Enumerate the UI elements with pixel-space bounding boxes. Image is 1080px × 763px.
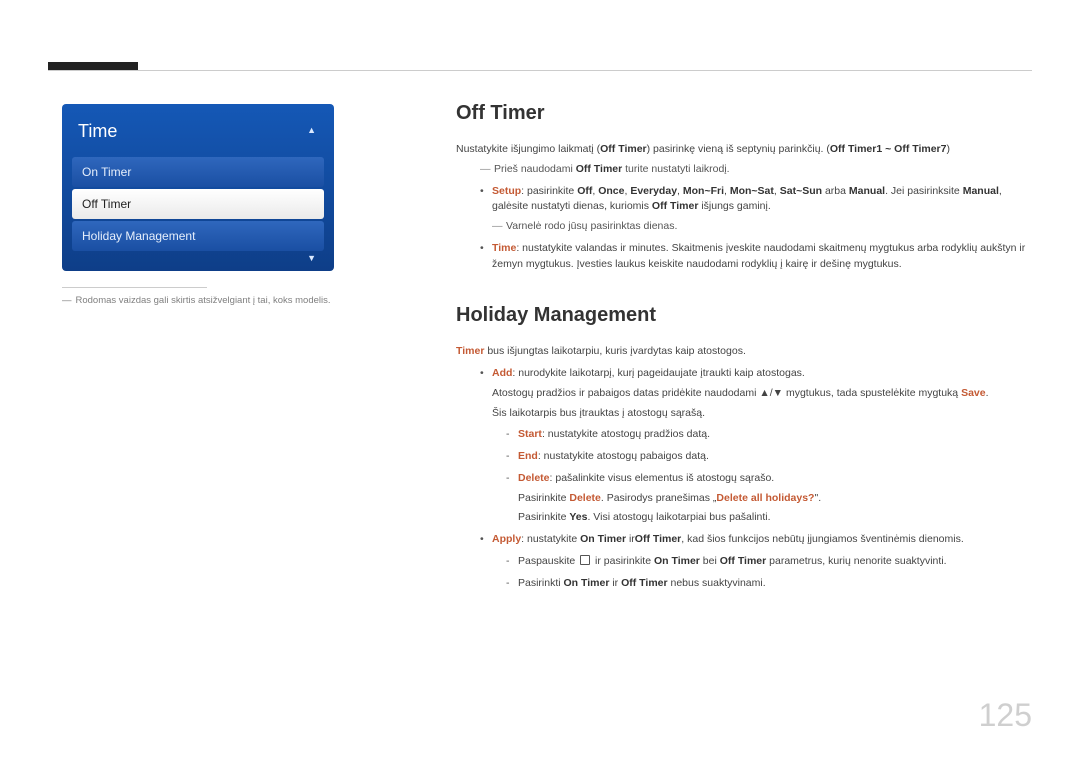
main-content: Off Timer Nustatykite išjungimo laikmatį… (456, 98, 1026, 597)
footnote-text: Rodomas vaizdas gali skirtis atsižvelgia… (76, 295, 331, 306)
off-timer-prereq-note: Prieš naudodami Off Timer turite nustaty… (480, 162, 1026, 178)
menu-item-on-timer[interactable]: On Timer (72, 157, 324, 187)
bullet-apply: Apply: nustatykite On Timer irOff Timer,… (480, 532, 1026, 591)
bullet-add: Add: nurodykite laikotarpį, kurį pageida… (480, 366, 1026, 526)
bullet-setup: Setup: pasirinkite Off, Once, Everyday, … (480, 184, 1026, 235)
checkmark-note: Varnelė rodo jūsų pasirinktas dienas. (492, 219, 1026, 235)
apply-sub1: Paspauskite ir pasirinkite On Timer bei … (506, 554, 1026, 570)
sub-end: End: nustatykite atostogų pabaigos datą. (506, 449, 1026, 465)
menu-item-holiday-management[interactable]: Holiday Management (72, 221, 324, 251)
scroll-up-icon[interactable]: ▲ (307, 124, 316, 138)
apply-sub2: Pasirinkti On Timer ir Off Timer nebus s… (506, 576, 1026, 592)
heading-off-timer: Off Timer (456, 98, 1026, 128)
header-rule (48, 70, 1032, 71)
sub-start: Start: nustatykite atostogų pradžios dat… (506, 427, 1026, 443)
bullet-time: Time: nustatykite valandas ir minutes. S… (480, 241, 1026, 273)
off-timer-intro: Nustatykite išjungimo laikmatį (Off Time… (456, 142, 1026, 158)
menu-item-off-timer[interactable]: Off Timer (72, 189, 324, 219)
sidebar: Time ▲ On Timer Off Timer Holiday Manage… (62, 104, 334, 308)
holiday-intro: Timer bus išjungtas laikotarpiu, kuris į… (456, 344, 1026, 360)
scroll-down-icon[interactable]: ▼ (307, 252, 316, 266)
footnote-rule (62, 287, 207, 288)
header-accent (48, 62, 138, 70)
enter-icon (580, 555, 590, 565)
heading-holiday-management: Holiday Management (456, 300, 1026, 330)
panel-title: Time (72, 114, 324, 155)
sub-delete: Delete: pašalinkite visus elementus iš a… (506, 471, 1026, 526)
page-number: 125 (979, 691, 1032, 739)
sidebar-footnote: ―Rodomas vaizdas gali skirtis atsižvelgi… (62, 294, 334, 308)
settings-panel: Time ▲ On Timer Off Timer Holiday Manage… (62, 104, 334, 271)
